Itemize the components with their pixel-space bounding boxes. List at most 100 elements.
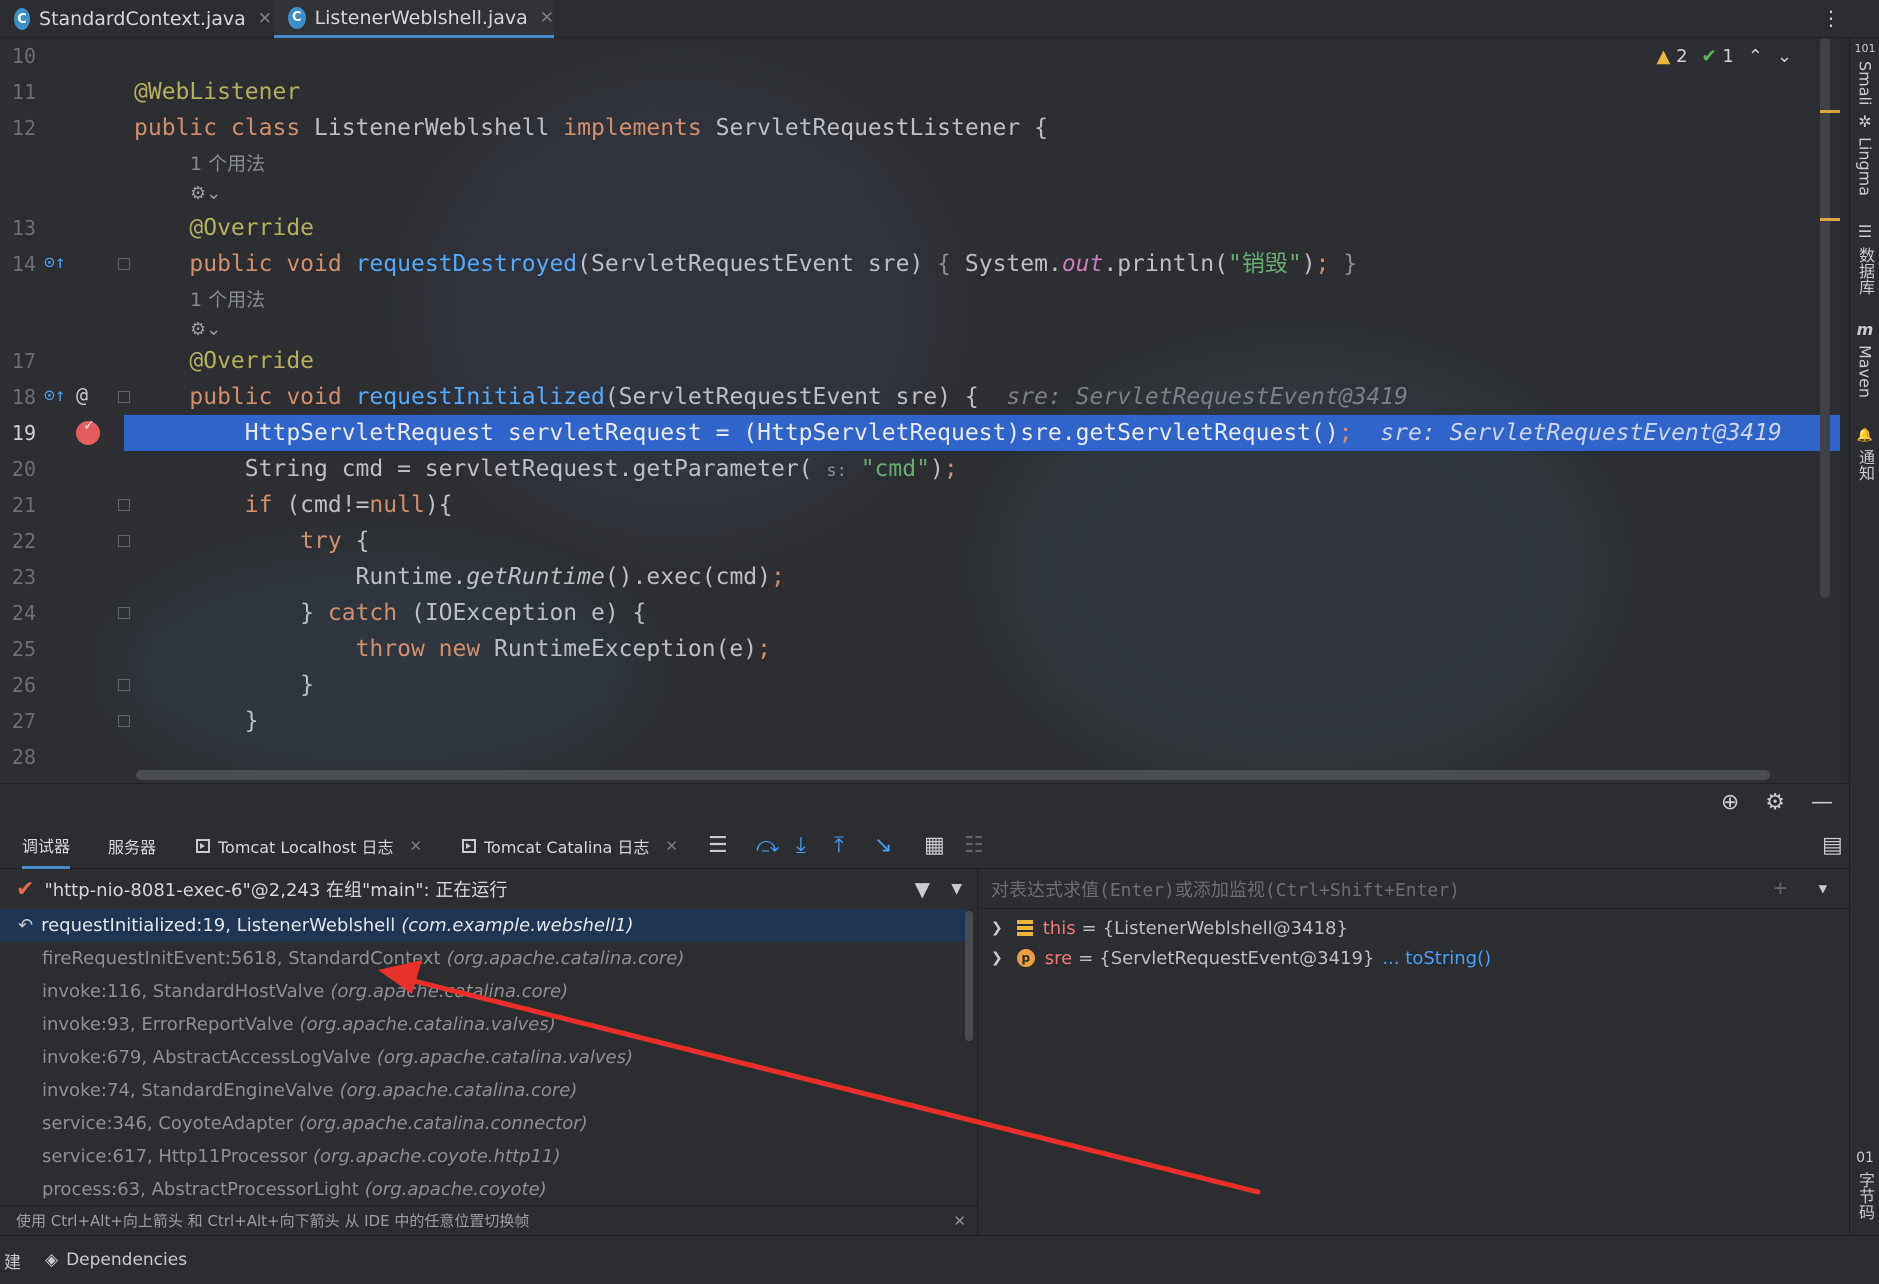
frames-scrollbar[interactable] (965, 911, 973, 1041)
gear-icon[interactable]: ⚙ (1765, 790, 1785, 815)
frame-item[interactable]: invoke:679, AbstractAccessLogValve (org.… (0, 1041, 968, 1074)
line-number: 24 (11, 601, 36, 625)
code-line[interactable]: } catch (IOException e) { (134, 595, 646, 631)
close-icon[interactable]: ✕ (258, 9, 272, 29)
at-annotation-icon[interactable]: @ (76, 383, 88, 407)
menu-lines-icon[interactable]: ☰ (708, 833, 728, 858)
code-line[interactable]: @Override (134, 210, 314, 246)
implements-method-icon[interactable]: ⊙↑ (44, 252, 66, 273)
return-arrow-icon: ↶ (18, 915, 34, 936)
chevron-right-icon[interactable]: ❯ (991, 950, 1003, 966)
run-to-cursor-icon[interactable]: ↘ (874, 833, 892, 858)
sidebar-item-bytecode[interactable]: 01 字节码 (1852, 1150, 1878, 1220)
frame-item[interactable]: ↶ requestInitialized:19, ListenerWeblshe… (0, 909, 968, 942)
fold-marker[interactable] (118, 715, 130, 727)
to-string-link[interactable]: ... toString() (1382, 948, 1491, 969)
close-icon[interactable]: ✕ (410, 837, 423, 855)
crosshair-icon[interactable]: ⊕ (1721, 790, 1739, 815)
code-line[interactable]: HttpServletRequest servletRequest = (Htt… (134, 415, 1782, 451)
fold-marker[interactable] (118, 535, 130, 547)
usage-hint[interactable]: 1 个用法 (190, 146, 265, 182)
chevron-down-icon[interactable]: ⌄ (1777, 46, 1792, 67)
warning-stripe[interactable] (1820, 110, 1840, 113)
minimize-icon[interactable]: — (1811, 790, 1833, 815)
frame-item[interactable]: fireRequestInitEvent:5618, StandardConte… (0, 942, 968, 975)
code-line[interactable]: throw new RuntimeException(e); (134, 631, 771, 667)
code-line[interactable]: @WebListener (134, 74, 300, 110)
chevron-up-icon[interactable]: ⌃ (1748, 46, 1763, 67)
tab-listenerweblshell[interactable]: C ListenerWeblshell.java ✕ (274, 0, 554, 38)
editor-vertical-scrollbar[interactable] (1820, 38, 1830, 598)
inspection-widget[interactable]: ▲ 2 ✔ 1 ⌃ ⌄ (1657, 46, 1793, 67)
tab-standardcontext[interactable]: C StandardContext.java ✕ (0, 0, 272, 38)
code-line[interactable]: try { (134, 523, 369, 559)
fold-marker[interactable] (118, 499, 130, 511)
warning-count[interactable]: ▲ 2 (1657, 46, 1688, 67)
debug-toolbar: 调试器 服务器 Tomcat Localhost 日志 ✕ Tomcat Cat… (0, 823, 1849, 869)
code-line[interactable]: public void requestInitialized(ServletRe… (134, 379, 1408, 415)
ai-assist-icon[interactable]: ⚙⌄ (190, 180, 221, 208)
line-number: 28 (11, 745, 36, 769)
frame-item[interactable]: service:617, Http11Processor (org.apache… (0, 1140, 968, 1173)
filter-icon[interactable]: ▼ (915, 877, 930, 901)
usage-hint[interactable]: 1 个用法 (190, 282, 265, 318)
implements-method-icon[interactable]: ⊙↑ (44, 385, 66, 406)
ai-assist-icon[interactable]: ⚙⌄ (190, 316, 221, 344)
ok-count[interactable]: ✔ 1 (1702, 46, 1734, 67)
build-label[interactable]: 建 (4, 1248, 21, 1273)
evaluate-expression-input[interactable]: 对表达式求值(Enter)或添加监视(Ctrl+Shift+Enter) + ▼ (979, 869, 1849, 909)
frame-item[interactable]: process:63, AbstractProcessorLight (org.… (0, 1173, 968, 1206)
more-tabs-icon[interactable]: ⋮ (1821, 6, 1841, 30)
frame-item[interactable]: invoke:93, ErrorReportValve (org.apache.… (0, 1008, 968, 1041)
trace-icon[interactable]: ☷ (964, 833, 984, 858)
step-into-icon[interactable]: ⤓ (796, 833, 806, 858)
variable-row-sre[interactable]: ❯ p sre = {ServletRequestEvent@3419} ...… (979, 943, 1849, 973)
chevron-right-icon[interactable]: ❯ (991, 920, 1003, 936)
close-icon[interactable]: ✕ (953, 1212, 966, 1230)
fold-marker[interactable] (118, 391, 130, 403)
code-line[interactable]: public void requestDestroyed(ServletRequ… (134, 246, 1357, 282)
maven-icon: m (1856, 320, 1874, 339)
table-view-icon[interactable]: ▦ (924, 833, 945, 858)
sidebar-item-notifications[interactable]: 🔔 通知 (1852, 428, 1878, 481)
code-line[interactable]: Runtime.getRuntime().exec(cmd); (134, 559, 785, 595)
code-line[interactable]: } (134, 703, 259, 739)
step-over-icon[interactable]: ⤼ (756, 833, 780, 858)
sidebar-item-lingma[interactable]: ✲ Lingma (1852, 112, 1878, 196)
frame-item[interactable]: invoke:116, StandardHostValve (org.apach… (0, 975, 968, 1008)
code-line[interactable]: public class ListenerWeblshell implement… (134, 110, 1048, 146)
sidebar-item-smali[interactable]: 101 Smali (1852, 42, 1878, 105)
fold-marker[interactable] (118, 607, 130, 619)
sidebar-item-maven[interactable]: m Maven (1852, 320, 1878, 398)
code-line[interactable]: String cmd = servletRequest.getParameter… (134, 451, 958, 489)
frame-item[interactable]: invoke:74, StandardEngineValve (org.apac… (0, 1074, 968, 1107)
code-line[interactable]: } (134, 667, 314, 703)
tab-debugger[interactable]: 调试器 (22, 823, 71, 869)
editor-horizontal-scrollbar[interactable] (136, 770, 1770, 780)
sidebar-item-database[interactable]: ☰ 数据库 (1852, 222, 1878, 295)
layout-icon[interactable]: ▤ (1822, 833, 1843, 858)
line-number: 27 (11, 709, 36, 733)
variable-row-this[interactable]: ❯ this = {ListenerWeblshell@3418} (979, 913, 1849, 943)
java-class-icon: C (288, 6, 306, 29)
close-icon[interactable]: ✕ (665, 837, 678, 855)
database-icon: ☰ (1857, 222, 1873, 241)
editor-tab-bar: C StandardContext.java ✕ C ListenerWebls… (0, 0, 1879, 38)
tab-tomcat-localhost-log[interactable]: Tomcat Localhost 日志 ✕ (196, 823, 422, 869)
tab-tomcat-catalina-log[interactable]: Tomcat Catalina 日志 ✕ (462, 823, 678, 869)
step-out-icon[interactable]: ⤒ (834, 833, 844, 858)
close-icon[interactable]: ✕ (540, 8, 554, 28)
chevron-down-icon[interactable]: ▼ (951, 881, 962, 897)
code-line[interactable]: if (cmd!=null){ (134, 487, 453, 523)
tab-server[interactable]: 服务器 (108, 823, 156, 869)
fold-marker[interactable] (118, 258, 130, 270)
warning-stripe[interactable] (1820, 218, 1840, 221)
chevron-down-icon[interactable]: ▼ (1819, 881, 1827, 897)
dependencies-button[interactable]: Dependencies (66, 1250, 187, 1270)
add-watch-icon[interactable]: + (1774, 876, 1787, 901)
code-editor[interactable]: ▲ 2 ✔ 1 ⌃ ⌄ 10 11 @WebListener 12 public… (0, 38, 1840, 783)
thread-selector[interactable]: ✔ "http-nio-8081-exec-6"@2,243 在组"main":… (0, 869, 977, 909)
fold-marker[interactable] (118, 679, 130, 691)
frame-item[interactable]: service:346, CoyoteAdapter (org.apache.c… (0, 1107, 968, 1140)
code-line[interactable]: @Override (134, 343, 314, 379)
